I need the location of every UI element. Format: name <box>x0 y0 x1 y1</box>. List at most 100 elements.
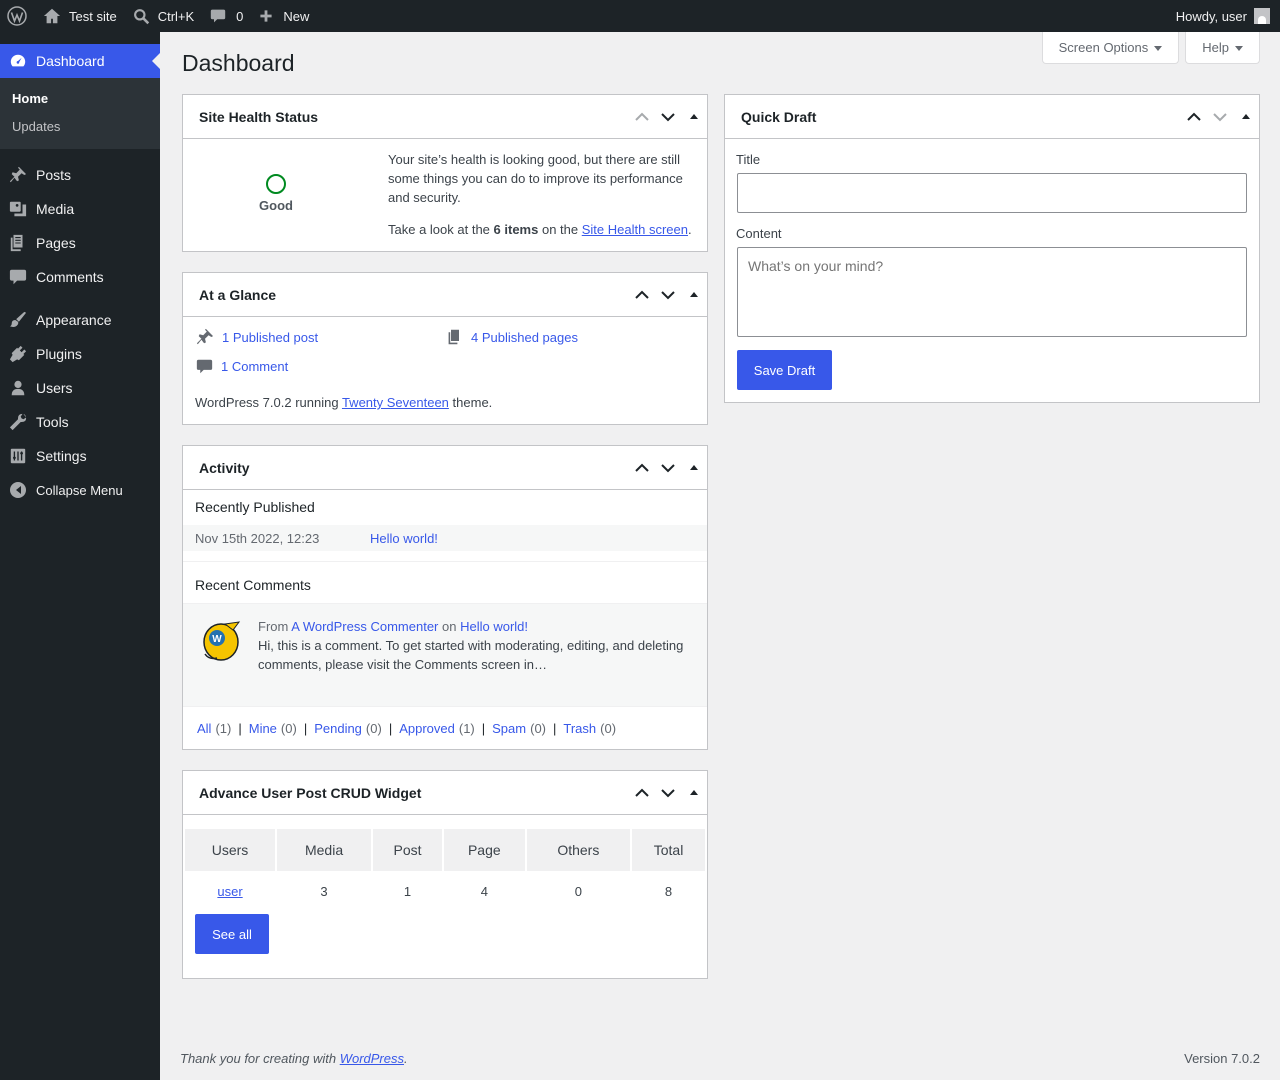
menu-label: Settings <box>36 448 87 464</box>
see-all-button[interactable]: See all <box>195 914 269 954</box>
chevron-down-icon <box>661 112 675 121</box>
chevron-down-icon <box>1213 112 1227 121</box>
recent-comments-heading: Recent Comments <box>195 577 311 593</box>
chevron-up-icon <box>635 463 649 472</box>
chevron-down-icon <box>661 463 675 472</box>
command-palette-button[interactable]: Ctrl+K <box>125 0 202 32</box>
table-cell: 0 <box>574 883 582 899</box>
footer-thanks: Thank you for creating with WordPress. <box>180 1051 408 1066</box>
triangle-up-icon <box>690 288 698 297</box>
collapse-menu-button[interactable]: Collapse Menu <box>0 473 160 507</box>
filter-count: (0) <box>530 720 546 736</box>
health-items-count: 6 items <box>493 222 539 237</box>
menu-posts[interactable]: Posts <box>0 158 160 192</box>
menu-label: Plugins <box>36 346 82 362</box>
wordpress-logo-icon[interactable] <box>0 0 35 32</box>
menu-appearance[interactable]: Appearance <box>0 303 160 337</box>
my-account-menu[interactable]: Howdy, user <box>1168 0 1280 32</box>
avatar <box>1254 8 1270 24</box>
table-cell: 4 <box>480 883 488 899</box>
collapse-label: Collapse Menu <box>36 482 123 498</box>
comments-link[interactable]: 0 <box>202 0 251 32</box>
comments-link[interactable]: 1 Comment <box>221 359 288 374</box>
toggle-panel-button[interactable] <box>681 450 707 486</box>
column-header: Others <box>526 829 631 871</box>
move-down-button[interactable] <box>655 99 681 135</box>
screen-options-label: Screen Options <box>1058 40 1149 55</box>
filter-count: (1) <box>215 720 232 736</box>
move-down-button[interactable] <box>1207 99 1233 135</box>
column-header: Total <box>632 829 705 871</box>
help-button[interactable]: Help <box>1185 32 1260 64</box>
published-posts-link[interactable]: 1 Published post <box>222 330 318 345</box>
filter-mine[interactable]: Mine <box>249 721 277 736</box>
menu-label: Users <box>36 380 73 396</box>
draft-title-input[interactable] <box>737 173 1247 213</box>
menu-pages[interactable]: Pages <box>0 226 160 260</box>
menu-comments[interactable]: Comments <box>0 260 160 294</box>
move-up-button[interactable] <box>629 775 655 811</box>
move-down-button[interactable] <box>655 775 681 811</box>
menu-media[interactable]: Media <box>0 192 160 226</box>
menu-dashboard-label: Dashboard <box>36 53 105 69</box>
quick-draft-widget: Quick Draft Title Content Save Draft <box>724 94 1260 403</box>
toggle-panel-button[interactable] <box>681 99 707 135</box>
move-down-button[interactable] <box>655 450 681 486</box>
filter-all[interactable]: All <box>197 721 211 736</box>
submenu-updates[interactable]: Updates <box>0 113 160 141</box>
version-info: WordPress 7.0.2 running Twenty Seventeen… <box>195 395 493 410</box>
paintbrush-icon <box>9 311 27 328</box>
draft-content-textarea[interactable] <box>737 247 1247 337</box>
content-label: Content <box>736 226 782 241</box>
search-icon <box>133 8 149 24</box>
comment-icon <box>210 9 226 23</box>
published-pages-link[interactable]: 4 Published pages <box>471 330 578 345</box>
filter-separator: | <box>481 720 486 736</box>
menu-tools[interactable]: Tools <box>0 405 160 439</box>
menu-users[interactable]: Users <box>0 371 160 405</box>
wrench-icon <box>9 413 27 431</box>
move-up-button[interactable] <box>629 450 655 486</box>
toggle-panel-button[interactable] <box>1233 99 1259 135</box>
move-up-button[interactable] <box>629 99 655 135</box>
plus-icon <box>260 10 273 22</box>
filter-approved[interactable]: Approved <box>399 721 455 736</box>
site-name-link[interactable]: Test site <box>35 0 125 32</box>
filter-pending[interactable]: Pending <box>314 721 362 736</box>
pin-icon <box>196 328 214 345</box>
theme-link[interactable]: Twenty Seventeen <box>342 395 449 410</box>
published-post-link[interactable]: Hello world! <box>370 531 438 546</box>
screen-options-button[interactable]: Screen Options <box>1041 32 1180 64</box>
user-link[interactable]: user <box>217 884 242 899</box>
menu-settings[interactable]: Settings <box>0 439 160 473</box>
chevron-up-icon <box>1187 112 1201 121</box>
filter-count: (0) <box>365 720 382 736</box>
widget-title: Activity <box>199 459 250 476</box>
comment-author-link[interactable]: A WordPress Commenter <box>291 619 438 634</box>
menu-dashboard[interactable]: Dashboard <box>0 44 160 78</box>
table-cell: 3 <box>320 883 328 899</box>
widget-title: At a Glance <box>199 286 277 303</box>
filter-separator: | <box>553 720 557 736</box>
site-health-link[interactable]: Site Health screen <box>582 222 688 237</box>
move-down-button[interactable] <box>655 277 681 313</box>
comment-icon <box>9 269 27 285</box>
chevron-down-icon <box>661 290 675 299</box>
comment-post-link[interactable]: Hello world! <box>460 619 528 634</box>
toggle-panel-button[interactable] <box>681 277 707 313</box>
published-date: Nov 15th 2022, 12:23 <box>195 530 320 546</box>
filter-count: (1) <box>458 720 475 736</box>
move-up-button[interactable] <box>629 277 655 313</box>
table-cell: 8 <box>664 883 673 899</box>
filter-spam[interactable]: Spam <box>492 721 526 736</box>
toggle-panel-button[interactable] <box>681 775 707 811</box>
submenu-home[interactable]: Home <box>0 85 160 113</box>
menu-plugins[interactable]: Plugins <box>0 337 160 371</box>
caret-down-icon <box>1154 45 1163 55</box>
filter-trash[interactable]: Trash <box>563 721 596 736</box>
wordpress-link[interactable]: WordPress <box>340 1051 404 1066</box>
save-draft-button[interactable]: Save Draft <box>737 350 832 390</box>
new-content-button[interactable]: New <box>251 0 317 32</box>
commenter-avatar: W <box>203 621 241 661</box>
move-up-button[interactable] <box>1181 99 1207 135</box>
